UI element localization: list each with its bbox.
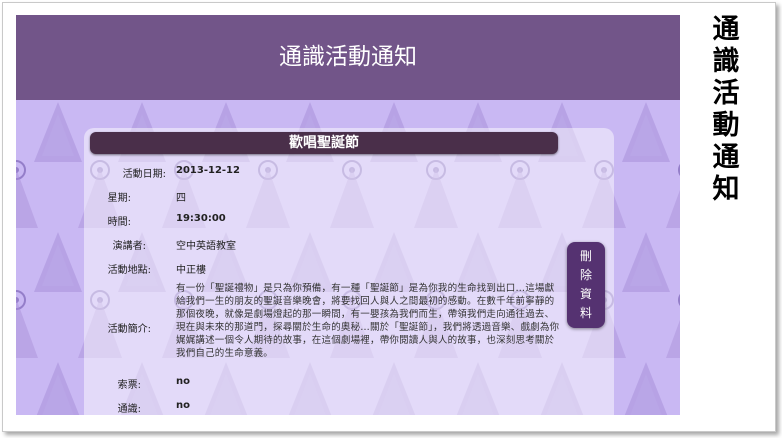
side-title-char: 通 [712, 142, 740, 173]
delete-button-char: 料 [579, 306, 592, 320]
delete-button-char: 刪 [579, 249, 592, 263]
side-title-char: 活 [712, 78, 740, 109]
time-value: 19:30:00 [176, 213, 226, 224]
side-title-char: 知 [712, 174, 740, 205]
slide-side-title: 通 識 活 動 通 知 [706, 14, 746, 206]
delete-button[interactable]: 刪 除 資 料 [567, 242, 605, 328]
weekday-label: 星期: [107, 193, 131, 204]
date-label: 活動日期: [122, 169, 166, 180]
ticket-value: no [176, 376, 190, 387]
general-label: 通識: [117, 404, 141, 415]
delete-button-char: 除 [579, 268, 592, 282]
event-title: 歡唱聖誕節 [90, 132, 558, 154]
speaker-value: 空中英語教室 [176, 241, 236, 252]
weekday-value: 四 [176, 193, 186, 204]
app-header: 通識活動通知 [16, 15, 680, 100]
ticket-label: 索票: [117, 380, 141, 391]
speaker-label: 演講者: [112, 241, 146, 252]
side-title-char: 通 [712, 14, 740, 45]
side-title-char: 識 [712, 46, 740, 77]
location-label: 活動地點: [107, 265, 151, 276]
side-title-char: 動 [712, 110, 740, 141]
date-value: 2013-12-12 [176, 165, 240, 176]
time-label: 時間: [107, 217, 131, 228]
page-title: 通識活動通知 [279, 44, 417, 70]
intro-text: 有一份「聖誕禮物」是只為你預備，有一種「聖誕節」是為你我的生命找到出口…這場獻給… [176, 283, 560, 359]
delete-button-char: 資 [579, 287, 592, 301]
location-value: 中正樓 [176, 265, 206, 276]
app-screen: 通識活動通知 歡唱聖誕節 活動日期: 2013-12-12 星期: 四 時間: … [16, 15, 680, 415]
intro-label: 活動簡介: [107, 324, 151, 335]
general-value: no [176, 400, 190, 411]
